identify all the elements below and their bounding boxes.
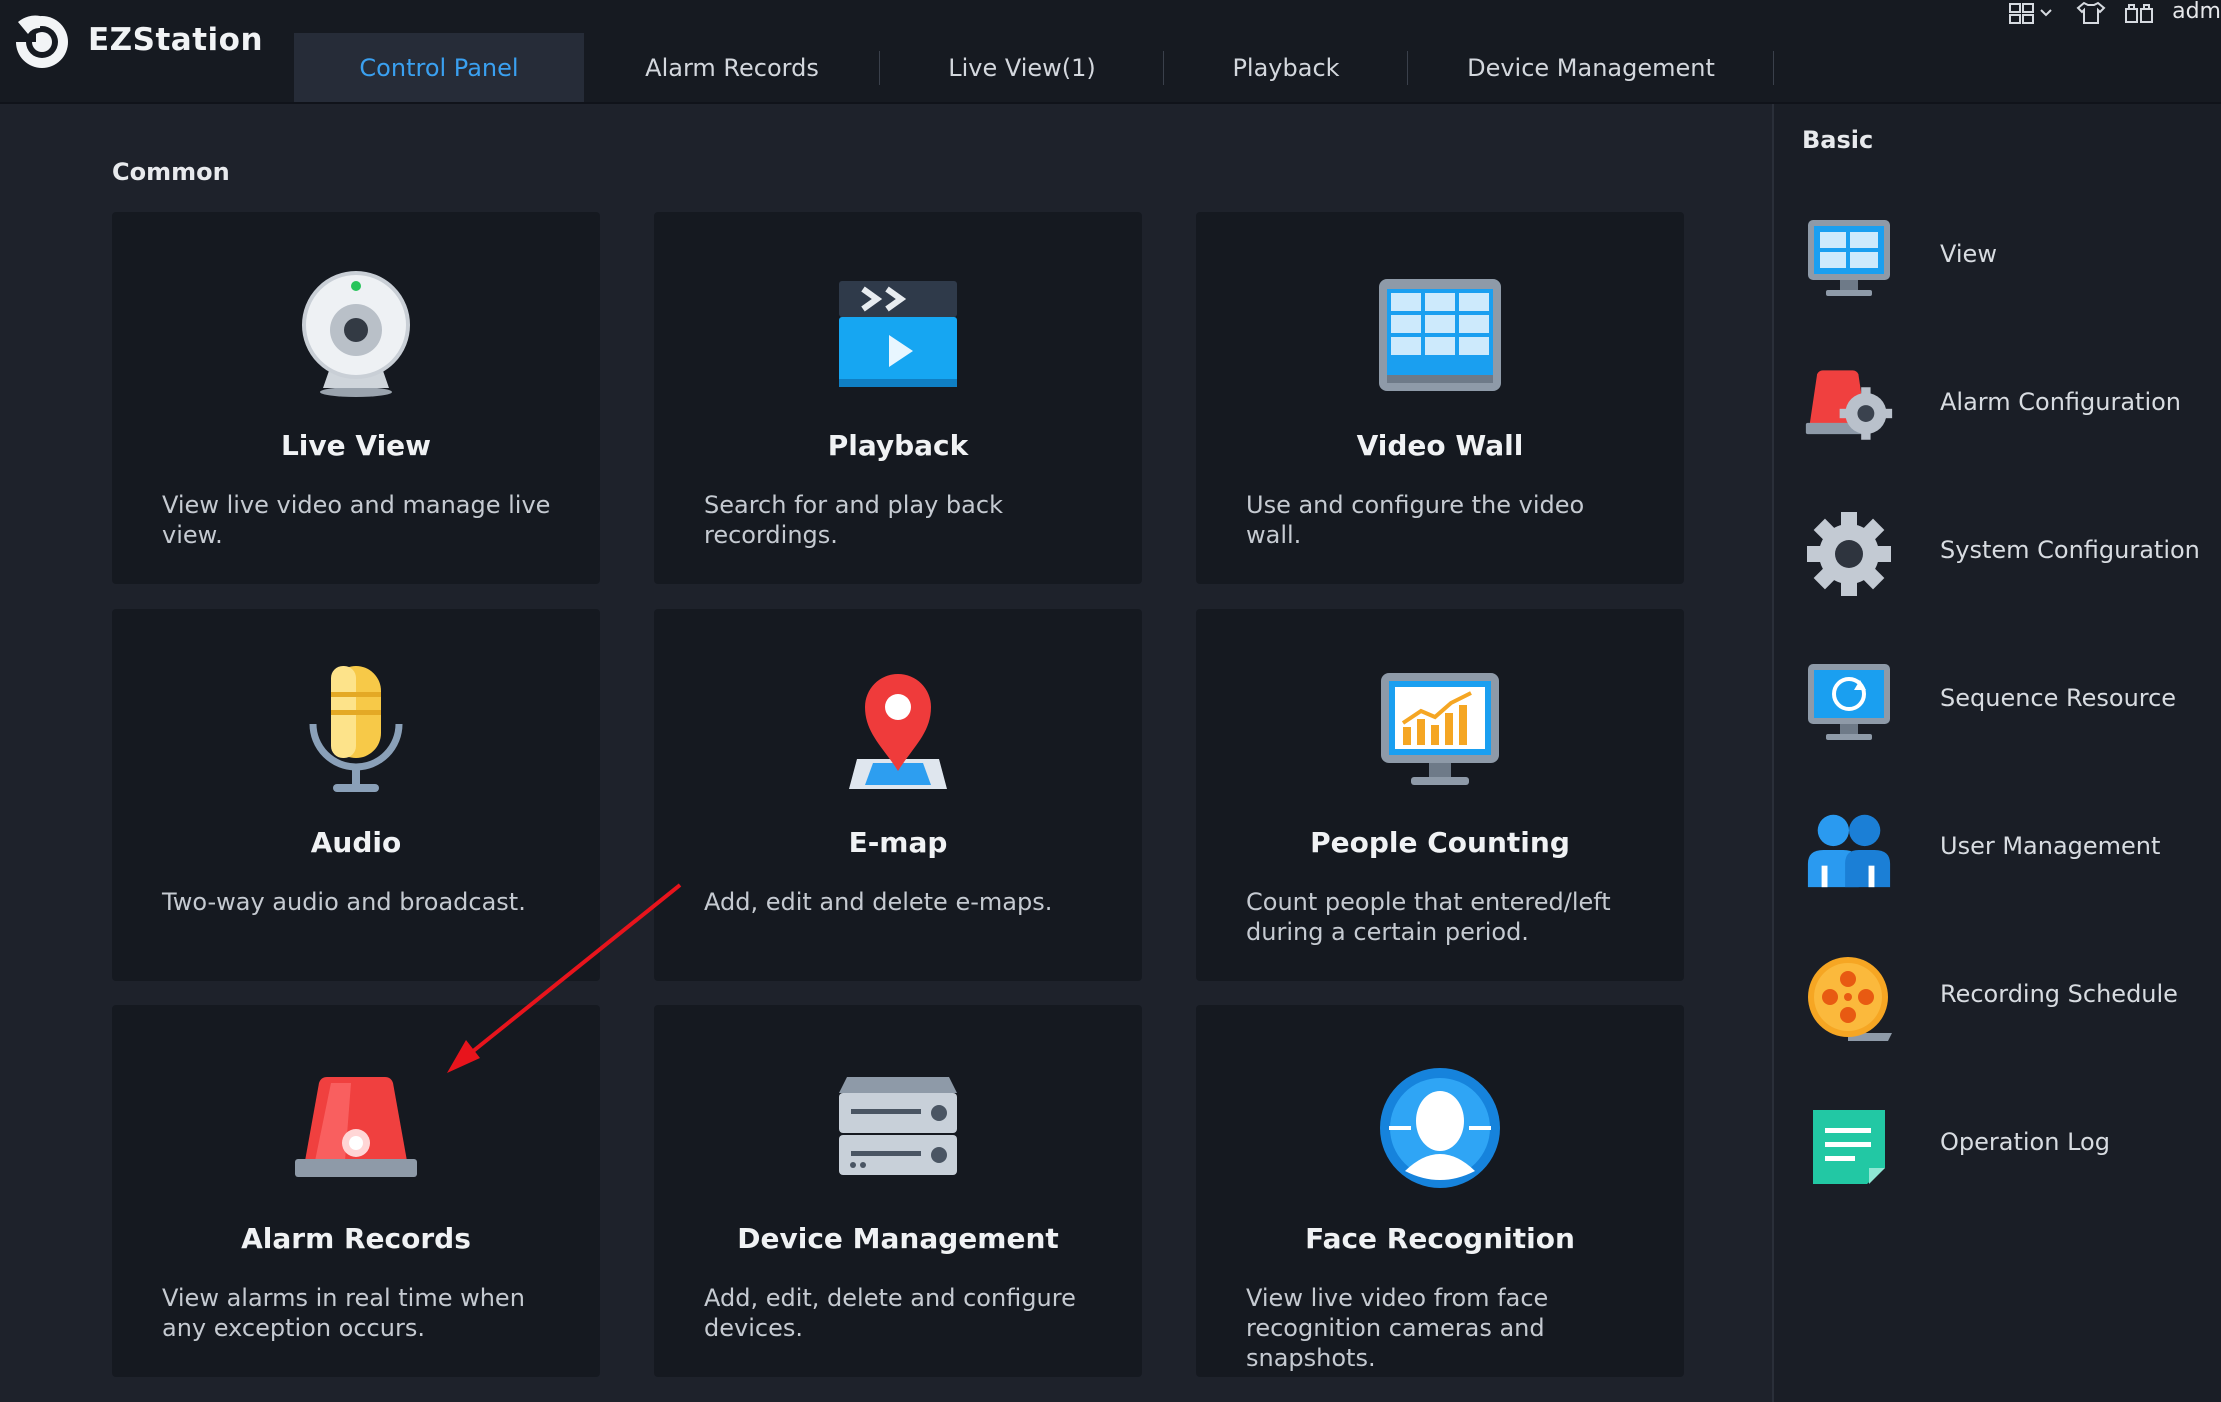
- map-pin-icon: [654, 667, 1142, 797]
- basic-item-sequence-resource[interactable]: Sequence Resource: [1774, 644, 2221, 754]
- card-title: Alarm Records: [241, 1222, 471, 1255]
- lock-screen-icon[interactable]: [2124, 1, 2156, 25]
- card-audio[interactable]: Audio Two-way audio and broadcast.: [112, 609, 600, 981]
- basic-item-label: Alarm Configuration: [1940, 388, 2182, 416]
- face-icon: [1196, 1063, 1684, 1193]
- tab-label: Control Panel: [359, 53, 519, 82]
- tab-label: Alarm Records: [645, 53, 819, 82]
- layout-grid-icon[interactable]: [2008, 2, 2058, 24]
- tab-label: Device Management: [1467, 53, 1715, 82]
- basic-item-label: Recording Schedule: [1940, 980, 2178, 1008]
- users-icon: [1804, 808, 1894, 892]
- basic-item-recording-schedule[interactable]: Recording Schedule: [1774, 940, 2221, 1050]
- card-description: Add, edit and delete e-maps.: [704, 888, 1053, 916]
- card-alarm-records[interactable]: Alarm Records View alarms in real time w…: [112, 1005, 600, 1377]
- app-logo-icon: [14, 14, 68, 68]
- card-title: Playback: [827, 429, 969, 462]
- card-description: View live video from face recognition ca…: [1246, 1284, 1549, 1372]
- card-title: Live View: [280, 429, 432, 462]
- card-description: Add, edit, delete and configure devices.: [704, 1284, 1076, 1342]
- app-title: EZStation: [88, 22, 264, 58]
- section-title-common: Common: [112, 158, 230, 186]
- basic-item-label: Operation Log: [1940, 1128, 2110, 1156]
- webcam-icon: [112, 270, 600, 400]
- card-playback[interactable]: Playback Search for and play back record…: [654, 212, 1142, 584]
- card-title: Audio: [310, 826, 402, 859]
- tab-label: Live View(1): [948, 53, 1096, 82]
- card-title: Video Wall: [1356, 429, 1524, 462]
- tab-alarm-records[interactable]: Alarm Records: [584, 33, 880, 102]
- card-e-map[interactable]: E-map Add, edit and delete e-maps.: [654, 609, 1142, 981]
- video-wall-icon: [1196, 270, 1684, 400]
- basic-item-alarm-configuration[interactable]: Alarm Configuration: [1774, 348, 2221, 458]
- log-note-icon: [1804, 1104, 1894, 1188]
- basic-item-label: View: [1940, 240, 1997, 268]
- microphone-icon: [112, 666, 600, 797]
- card-device-management[interactable]: Device Management Add, edit, delete and …: [654, 1005, 1142, 1377]
- tab-label: Playback: [1232, 53, 1340, 82]
- shirt-skin-icon[interactable]: [2074, 1, 2108, 25]
- tab-playback[interactable]: Playback: [1164, 33, 1408, 102]
- tab-live-view[interactable]: Live View(1): [880, 33, 1164, 102]
- card-description: Search for and play back recordings.: [704, 491, 1003, 549]
- clapper-play-icon: [654, 270, 1142, 400]
- monitor-refresh-icon: [1804, 660, 1894, 744]
- film-reel-icon: [1804, 956, 1894, 1041]
- top-bar: EZStation Control Panel Alarm Records Li…: [0, 0, 2221, 104]
- user-name[interactable]: adm: [2172, 0, 2221, 24]
- card-video-wall[interactable]: Video Wall Use and configure the video w…: [1196, 212, 1684, 584]
- tab-device-management[interactable]: Device Management: [1408, 33, 1774, 102]
- tab-divider: [1773, 51, 1774, 85]
- card-description: View live video and manage live view.: [162, 491, 551, 549]
- alarm-gear-icon: [1804, 364, 1894, 448]
- basic-item-system-configuration[interactable]: System Configuration: [1774, 496, 2221, 606]
- alarm-light-icon: [112, 1063, 600, 1193]
- nvr-device-icon: [654, 1063, 1142, 1193]
- basic-item-operation-log[interactable]: Operation Log: [1774, 1088, 2221, 1198]
- card-description: Two-way audio and broadcast.: [162, 888, 526, 916]
- card-face-recognition[interactable]: Face Recognition View live video from fa…: [1196, 1005, 1684, 1377]
- right-panel-basic: Basic View Alarm Configuration System Co…: [1772, 104, 2221, 1402]
- monitor-view-icon: [1804, 216, 1894, 300]
- window-toolbar: adm: [2008, 0, 2221, 26]
- card-description: Use and configure the video wall.: [1246, 491, 1585, 549]
- card-description: View alarms in real time when any except…: [162, 1284, 525, 1342]
- card-people-counting[interactable]: People Counting Count people that entere…: [1196, 609, 1684, 981]
- main-nav: Control Panel Alarm Records Live View(1)…: [294, 33, 1774, 102]
- card-title: Face Recognition: [1305, 1222, 1575, 1255]
- card-title: E-map: [848, 826, 948, 859]
- gear-icon: [1804, 512, 1894, 596]
- panel-title: Basic: [1802, 126, 1874, 154]
- basic-item-label: User Management: [1940, 832, 2161, 860]
- basic-item-label: Sequence Resource: [1940, 684, 2177, 712]
- tab-control-panel[interactable]: Control Panel: [294, 33, 584, 102]
- chart-monitor-icon: [1196, 667, 1684, 797]
- card-title: Device Management: [737, 1222, 1059, 1255]
- basic-item-user-management[interactable]: User Management: [1774, 792, 2221, 902]
- basic-item-label: System Configuration: [1940, 536, 2200, 564]
- card-live-view[interactable]: Live View View live video and manage liv…: [112, 212, 600, 584]
- card-description: Count people that entered/left during a …: [1246, 888, 1611, 946]
- basic-item-view[interactable]: View: [1774, 200, 2221, 310]
- card-title: People Counting: [1310, 826, 1570, 859]
